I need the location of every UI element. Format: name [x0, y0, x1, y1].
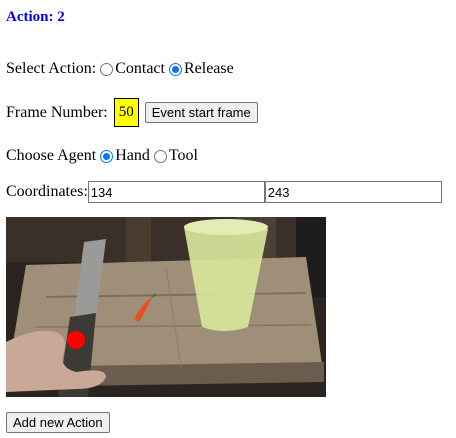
back-wall: [6, 217, 326, 262]
add-new-action-button[interactable]: Add new Action: [6, 412, 110, 433]
scene-photo[interactable]: [6, 217, 326, 397]
coordinate-marker: [67, 331, 85, 349]
frame-number-value: 50: [113, 98, 139, 127]
frame-number-label: Frame Number:: [6, 103, 108, 121]
contact-label[interactable]: Contact: [115, 60, 165, 78]
coordinates-row: Coordinates:: [6, 181, 442, 203]
action-title: Action: 2: [6, 9, 65, 25]
cup-rim: [184, 219, 268, 235]
back-plank: [126, 217, 151, 262]
contact-radio[interactable]: [100, 62, 114, 76]
select-action-row: Select Action: Contact Release: [6, 60, 234, 78]
tool-label[interactable]: Tool: [169, 147, 198, 165]
coordinate-y-input[interactable]: [264, 181, 442, 203]
agent-row: Choose Agent Hand Tool: [6, 147, 198, 165]
release-label[interactable]: Release: [184, 60, 234, 78]
coordinate-x-input[interactable]: [87, 181, 265, 203]
hand-label[interactable]: Hand: [115, 147, 150, 165]
frame-row: Frame Number: 50 Event start frame: [6, 98, 258, 127]
release-radio[interactable]: [168, 62, 182, 76]
tool-radio[interactable]: [153, 149, 167, 163]
event-start-frame-button[interactable]: Event start frame: [144, 102, 258, 123]
coordinates-label: Coordinates:: [6, 183, 88, 200]
choose-agent-label: Choose Agent: [6, 147, 97, 164]
hand-radio[interactable]: [100, 149, 114, 163]
select-action-label: Select Action:: [6, 60, 97, 77]
